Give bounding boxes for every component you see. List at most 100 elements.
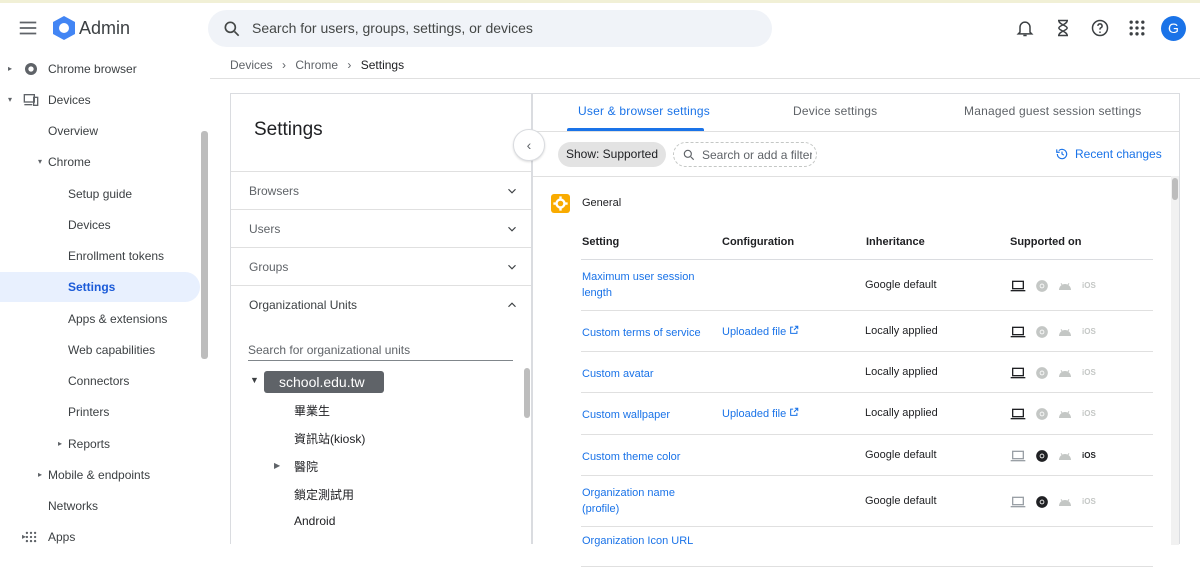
sidebar-item[interactable]: Printers [0,397,200,427]
expand-caret-icon[interactable]: ▸ [8,54,12,84]
section-browsers[interactable]: Browsers [231,171,531,209]
ou-child[interactable]: Android [294,514,335,528]
breadcrumb-current: Settings [360,58,405,72]
tab-device-settings[interactable]: Device settings [793,104,877,118]
col-header-configuration: Configuration [722,236,795,248]
devices-icon [23,94,39,106]
expand-caret-icon[interactable]: ▸ [38,460,42,490]
breadcrumb-separator: › [347,58,352,72]
table-row[interactable]: Custom theme color Google default iOS [581,435,1153,476]
table-row[interactable]: Organization Icon URL [581,527,1153,567]
section-label: Browsers [249,184,300,198]
filter-box[interactable] [673,142,817,167]
setting-link[interactable]: Custom terms of service [582,325,732,341]
section-label: Organizational Units [249,298,358,312]
inheritance-value: Locally applied [865,325,938,337]
sidebar-item[interactable]: Enrollment tokens [0,241,200,271]
expand-caret-icon[interactable]: ▾ [38,147,42,177]
ou-child[interactable]: 資訊站(kiosk) [294,430,365,447]
table-row[interactable]: Custom wallpaper Uploaded file Locally app… [581,393,1153,435]
chevron-up-icon [508,302,516,308]
configuration-link[interactable]: Uploaded file [722,325,799,338]
expand-caret-icon[interactable]: ▸ [58,429,62,459]
header-divider [210,78,1200,79]
tab-user-browser-settings[interactable]: User & browser settings [578,104,710,118]
configuration-label: Uploaded file [722,326,787,338]
sidebar-item[interactable]: ▸ Chrome browser [0,54,200,84]
search-input[interactable] [252,18,752,38]
apps-grid-icon[interactable] [1127,18,1147,38]
sidebar-item[interactable]: Web capabilities [0,335,200,365]
setting-link[interactable]: Maximum user session length [582,269,702,301]
setting-link[interactable]: Custom wallpaper [582,407,732,423]
breadcrumb-devices[interactable]: Devices [230,58,273,72]
laptop-icon [1010,495,1026,509]
ou-root-caret-icon[interactable]: ▼ [250,375,259,385]
menu-icon[interactable] [17,17,39,39]
app-header: Admin G [0,3,1200,53]
open-in-new-icon [789,325,799,338]
collapse-panel-button[interactable]: ‹ [513,129,545,161]
chrome-icon [1035,325,1051,339]
sidebar-item[interactable]: Overview [0,116,200,146]
sidebar-item[interactable]: ▸ Reports [0,429,200,459]
setting-link[interactable]: Organization name (profile) [582,485,702,517]
sidebar-item[interactable]: ▾ Chrome [0,147,200,177]
laptop-icon [1010,366,1026,380]
ou-child[interactable]: 畢業生 [294,402,330,419]
group-title: General [582,197,622,209]
setting-link[interactable]: Custom theme color [582,449,732,465]
nav-scrollbar[interactable] [201,131,208,359]
sidebar-item[interactable]: Devices [0,210,200,240]
sidebar-item-label: Web capabilities [68,343,156,357]
sidebar-item[interactable]: ▾ Devices [0,85,200,115]
breadcrumb-chrome[interactable]: Chrome [295,58,338,72]
section-organizational-units[interactable]: Organizational Units [231,285,531,323]
ou-scrollbar[interactable] [524,368,530,418]
section-label: Users [249,222,281,236]
show-supported-chip[interactable]: Show: Supported [558,142,666,167]
ios-icon: iOS [1082,409,1096,418]
section-users[interactable]: Users [231,209,531,247]
settings-panel: Settings Browsers Users Groups Organizat… [230,93,532,544]
sidebar-item[interactable]: ▸ Mobile & endpoints [0,460,200,490]
sidebar-item[interactable]: ▸ Apps [0,522,200,544]
sidebar-item[interactable]: Apps & extensions [0,304,200,334]
filter-divider [533,176,1179,177]
setting-link[interactable]: Organization Icon URL [582,533,702,549]
tab-managed-guest-session-settings[interactable]: Managed guest session settings [964,104,1141,118]
sidebar-item-label: Apps [48,530,76,544]
sidebar-item[interactable]: Setup guide [0,179,200,209]
ou-child[interactable]: 醫院 [294,458,318,475]
ou-expand-caret-icon[interactable]: ▶ [274,461,280,470]
configuration-link[interactable]: Uploaded file [722,407,799,420]
ou-child[interactable]: 鎖定測試用 [294,486,354,503]
global-search[interactable] [208,10,772,47]
setting-link[interactable]: Custom avatar [582,366,732,382]
ios-icon: iOS [1082,497,1096,506]
expand-caret-icon[interactable]: ▾ [8,85,12,115]
table-row[interactable]: Custom terms of service Uploaded file Loca… [581,311,1153,352]
filter-input[interactable] [702,148,812,162]
ou-root[interactable]: school.edu.tw [264,371,384,393]
recent-changes-link[interactable]: Recent changes [1055,147,1162,161]
section-groups[interactable]: Groups [231,247,531,285]
hourglass-icon[interactable] [1053,18,1073,38]
sidebar-item-label: Setup guide [68,187,133,201]
sidebar-item[interactable]: Connectors [0,366,200,396]
col-header-supported-on: Supported on [1010,236,1082,248]
notifications-icon[interactable] [1015,18,1035,38]
sidebar-item[interactable]: Networks [0,491,200,521]
ios-icon: iOS [1082,451,1096,460]
ou-search-input[interactable] [248,339,513,361]
table-row[interactable]: Organization name (profile) Google defaul… [581,476,1153,527]
content-scrollbar[interactable] [1171,176,1179,545]
help-icon[interactable] [1090,18,1110,38]
chrome-icon [25,63,37,75]
android-icon [1057,449,1073,463]
scrollbar-thumb[interactable] [1172,178,1178,200]
avatar[interactable]: G [1161,16,1186,41]
table-row[interactable]: Maximum user session length Google defaul… [581,260,1153,311]
table-row[interactable]: Custom avatar Locally applied iOS [581,352,1153,393]
sidebar-item[interactable]: Settings [0,272,200,302]
